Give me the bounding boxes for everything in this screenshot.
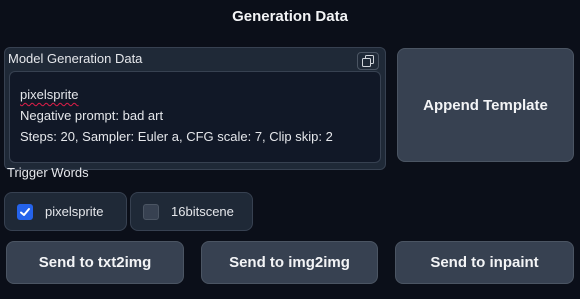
send-to-inpaint-button[interactable]: Send to inpaint — [395, 241, 574, 284]
checkmark-icon — [20, 207, 30, 216]
prompt-line: pixelsprite — [20, 87, 79, 102]
trigger-word-label: 16bitscene — [171, 204, 234, 219]
page-title: Generation Data — [232, 8, 348, 25]
trigger-word-16bitscene[interactable]: 16bitscene — [130, 192, 253, 231]
trigger-word-label: pixelsprite — [45, 204, 104, 219]
append-template-button[interactable]: Append Template — [397, 48, 574, 162]
copy-button[interactable] — [357, 52, 379, 70]
trigger-words-label: Trigger Words — [7, 165, 89, 180]
copy-icon — [362, 55, 374, 67]
negative-prompt-line: Negative prompt: bad art — [20, 108, 164, 123]
checkbox-unchecked[interactable] — [143, 203, 159, 220]
model-generation-data-label: Model Generation Data — [8, 51, 143, 66]
send-to-txt2img-button[interactable]: Send to txt2img — [6, 241, 184, 284]
model-generation-data-panel: Model Generation Data pixelsprite Negati… — [4, 47, 386, 170]
generation-data-textarea[interactable]: pixelsprite Negative prompt: bad art Ste… — [9, 71, 381, 163]
checkbox-checked[interactable] — [17, 203, 33, 220]
trigger-word-pixelsprite[interactable]: pixelsprite — [4, 192, 127, 231]
send-to-img2img-button[interactable]: Send to img2img — [201, 241, 378, 284]
parameters-line: Steps: 20, Sampler: Euler a, CFG scale: … — [20, 129, 333, 144]
